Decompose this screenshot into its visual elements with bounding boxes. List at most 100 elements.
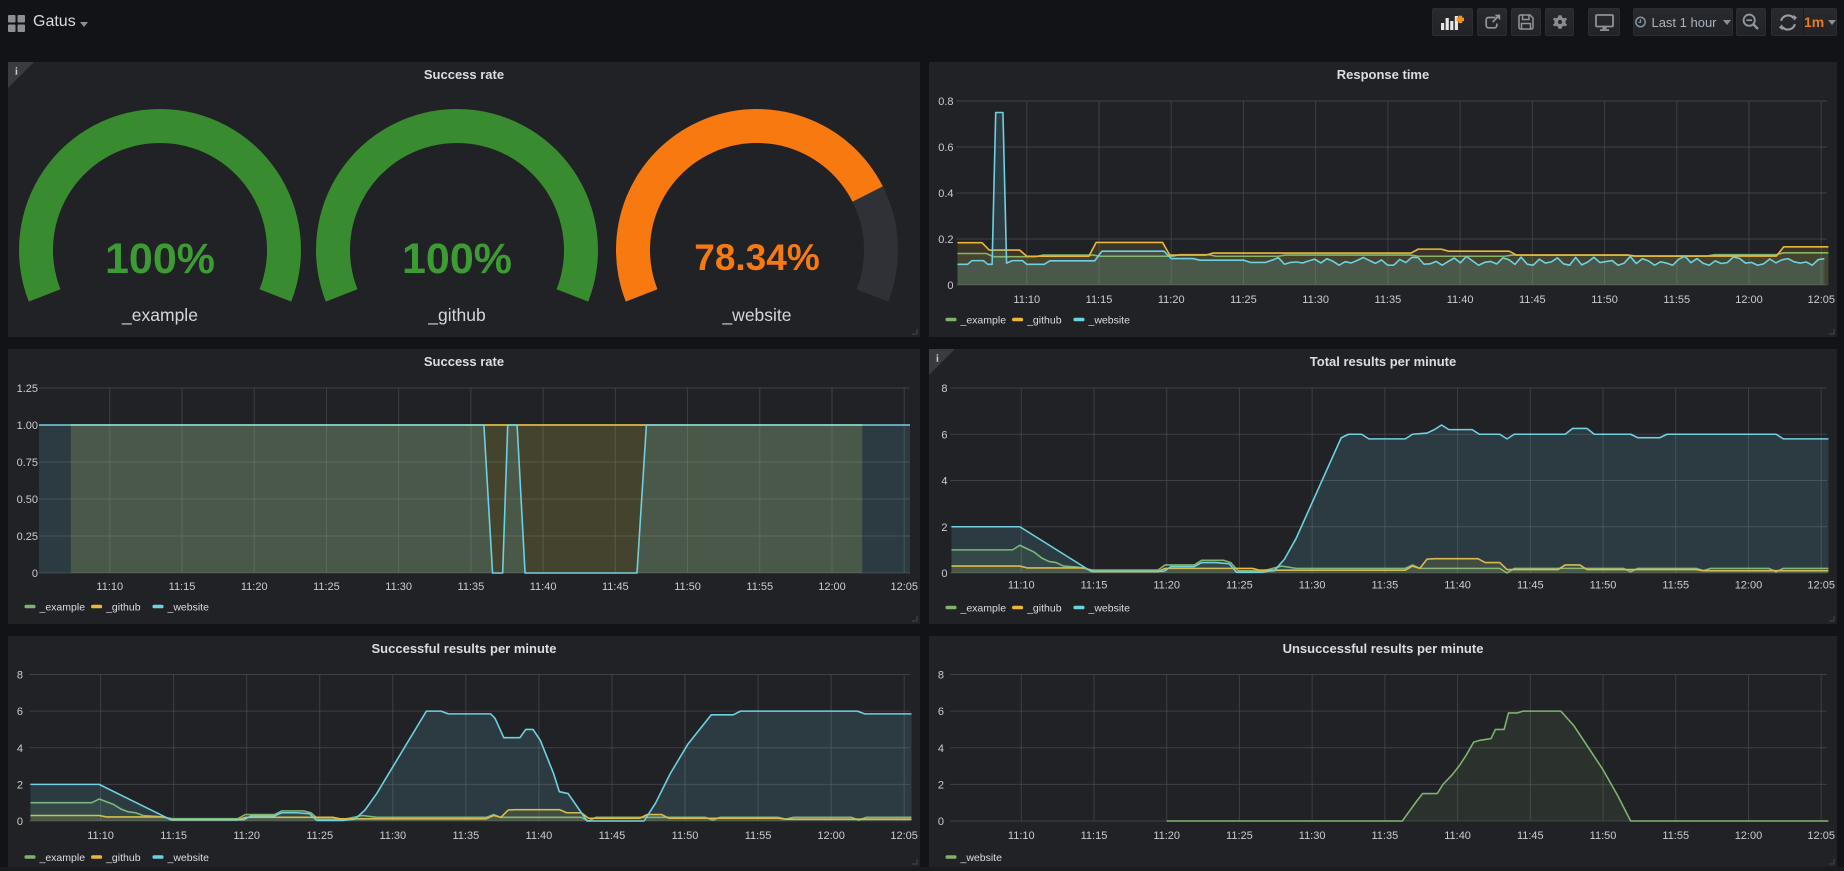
svg-text:0: 0: [32, 568, 38, 580]
svg-text:12:00: 12:00: [818, 581, 846, 593]
svg-text:8: 8: [17, 670, 23, 682]
svg-text:6: 6: [941, 429, 947, 441]
svg-text:11:35: 11:35: [452, 830, 479, 842]
svg-text:11:55: 11:55: [1663, 294, 1690, 306]
svg-text:11:20: 11:20: [241, 581, 268, 593]
svg-text:0.8: 0.8: [938, 96, 953, 108]
svg-text:11:40: 11:40: [1444, 580, 1471, 592]
svg-text:11:35: 11:35: [1372, 830, 1399, 842]
svg-text:11:10: 11:10: [1008, 580, 1035, 592]
svg-text:11:35: 11:35: [1375, 294, 1402, 306]
svg-text:11:40: 11:40: [1447, 294, 1474, 306]
svg-text:0.50: 0.50: [17, 494, 38, 506]
svg-text:11:30: 11:30: [1299, 830, 1326, 842]
svg-text:11:25: 11:25: [1230, 294, 1257, 306]
svg-text:11:45: 11:45: [599, 830, 626, 842]
svg-text:_website: _website: [960, 852, 1003, 864]
svg-text:11:35: 11:35: [1372, 580, 1399, 592]
svg-text:11:30: 11:30: [385, 581, 412, 593]
svg-text:11:10: 11:10: [87, 830, 114, 842]
svg-text:0.6: 0.6: [938, 142, 953, 154]
svg-text:_example: _example: [39, 602, 86, 614]
svg-text:12:05: 12:05: [890, 830, 918, 842]
svg-text:2: 2: [938, 779, 944, 791]
svg-text:11:10: 11:10: [1008, 830, 1035, 842]
svg-text:11:50: 11:50: [1590, 830, 1617, 842]
svg-text:_website: _website: [721, 305, 791, 326]
svg-text:0.4: 0.4: [938, 188, 953, 200]
svg-text:_website: _website: [167, 602, 210, 614]
svg-text:11:35: 11:35: [458, 581, 485, 593]
svg-text:8: 8: [938, 670, 944, 682]
svg-text:0.75: 0.75: [17, 457, 38, 469]
svg-text:11:10: 11:10: [1013, 294, 1040, 306]
svg-text:2: 2: [17, 779, 23, 791]
svg-text:8: 8: [941, 383, 947, 395]
svg-text:11:55: 11:55: [746, 581, 773, 593]
svg-text:Unsuccessful results per minut: Unsuccessful results per minute: [1283, 641, 1484, 656]
svg-text:0.25: 0.25: [17, 531, 38, 543]
svg-text:11:50: 11:50: [674, 581, 701, 593]
svg-text:_example: _example: [960, 603, 1007, 615]
svg-text:11:15: 11:15: [1086, 294, 1113, 306]
svg-text:12:05: 12:05: [890, 581, 918, 593]
svg-text:78.34%: 78.34%: [694, 237, 820, 278]
svg-text:Total results per minute: Total results per minute: [1310, 354, 1456, 369]
svg-text:12:05: 12:05: [1807, 830, 1835, 842]
svg-text:Success rate: Success rate: [424, 354, 504, 369]
svg-text:12:05: 12:05: [1807, 294, 1835, 306]
svg-text:100%: 100%: [105, 235, 215, 283]
svg-text:_website: _website: [1088, 315, 1131, 327]
svg-text:11:25: 11:25: [313, 581, 340, 593]
svg-text:11:25: 11:25: [1226, 830, 1253, 842]
svg-text:11:30: 11:30: [1302, 294, 1329, 306]
svg-text:_website: _website: [167, 852, 210, 864]
svg-text:1.25: 1.25: [17, 383, 38, 395]
svg-text:11:15: 11:15: [160, 830, 187, 842]
svg-text:11:15: 11:15: [169, 581, 196, 593]
svg-text:11:45: 11:45: [1517, 830, 1544, 842]
svg-text:_github: _github: [105, 602, 141, 614]
svg-text:11:40: 11:40: [1444, 830, 1471, 842]
svg-text:11:20: 11:20: [1158, 294, 1185, 306]
svg-text:11:50: 11:50: [1591, 294, 1618, 306]
svg-text:0: 0: [938, 816, 944, 828]
svg-text:4: 4: [938, 743, 944, 755]
svg-text:11:15: 11:15: [1081, 830, 1108, 842]
svg-text:11:55: 11:55: [1662, 830, 1689, 842]
svg-text:11:50: 11:50: [672, 830, 699, 842]
svg-text:11:55: 11:55: [1662, 580, 1689, 592]
svg-text:11:20: 11:20: [233, 830, 260, 842]
svg-text:_example: _example: [39, 852, 86, 864]
svg-text:11:50: 11:50: [1590, 580, 1617, 592]
svg-text:_example: _example: [121, 305, 198, 326]
svg-text:12:00: 12:00: [1735, 294, 1763, 306]
svg-text:11:45: 11:45: [602, 581, 629, 593]
svg-text:0: 0: [17, 816, 23, 828]
svg-text:_github: _github: [427, 305, 485, 326]
svg-text:_github: _github: [1026, 315, 1062, 327]
svg-text:11:30: 11:30: [379, 830, 406, 842]
svg-text:4: 4: [941, 476, 947, 488]
svg-text:11:40: 11:40: [526, 830, 553, 842]
svg-text:i: i: [936, 354, 939, 365]
svg-text:_example: _example: [960, 315, 1007, 327]
svg-text:12:05: 12:05: [1807, 580, 1835, 592]
svg-text:100%: 100%: [402, 235, 512, 283]
svg-text:0: 0: [947, 280, 953, 292]
svg-text:11:40: 11:40: [530, 581, 557, 593]
svg-text:2: 2: [941, 522, 947, 534]
svg-text:i: i: [15, 67, 18, 78]
svg-text:11:15: 11:15: [1081, 580, 1108, 592]
svg-text:11:20: 11:20: [1153, 830, 1180, 842]
svg-text:11:10: 11:10: [96, 581, 123, 593]
svg-text:0.2: 0.2: [938, 234, 953, 246]
svg-text:4: 4: [17, 743, 23, 755]
svg-text:Successful results per minute: Successful results per minute: [372, 641, 557, 656]
svg-text:11:55: 11:55: [745, 830, 772, 842]
svg-text:_website: _website: [1088, 603, 1131, 615]
svg-text:1.00: 1.00: [17, 420, 38, 432]
svg-text:0: 0: [941, 568, 947, 580]
svg-text:Success rate: Success rate: [424, 67, 504, 82]
svg-text:Response time: Response time: [1337, 67, 1429, 82]
